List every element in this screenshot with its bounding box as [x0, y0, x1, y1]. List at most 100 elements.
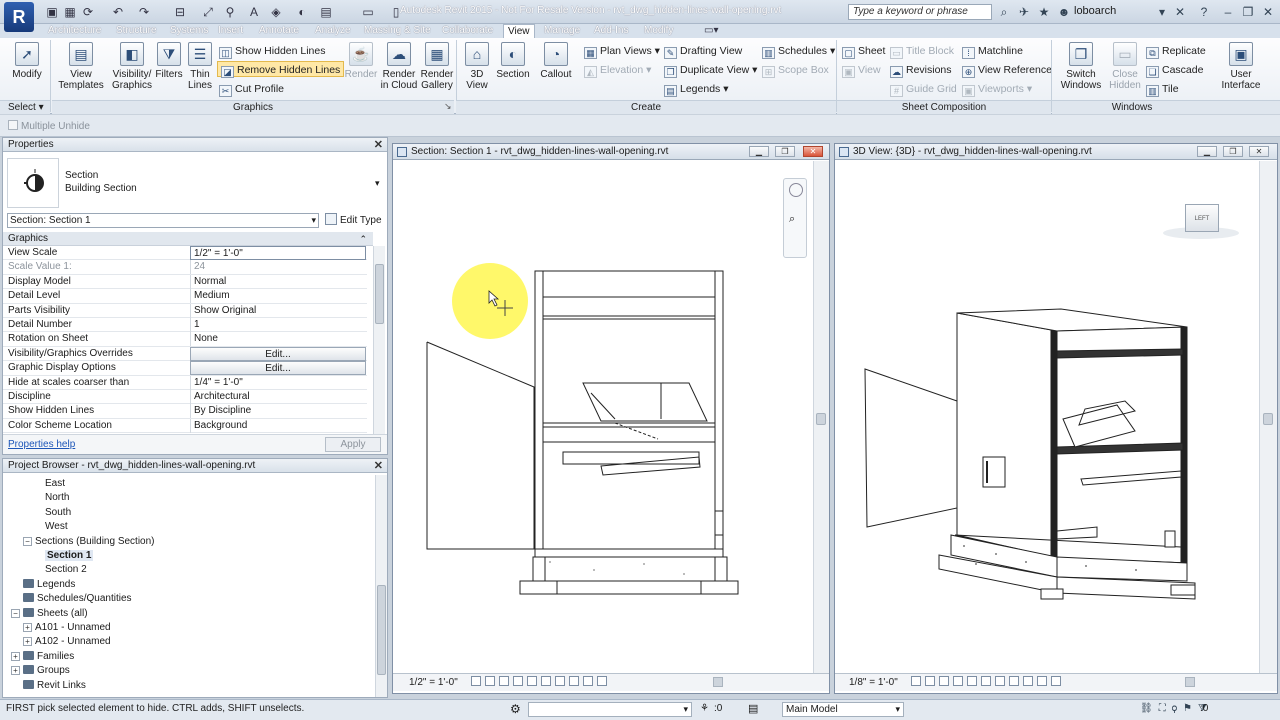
- property-row[interactable]: Rotation on Sheet None: [3, 332, 367, 347]
- graphics-group-header[interactable]: Graphics ⌃: [3, 232, 373, 246]
- collapse-icon[interactable]: −: [23, 536, 32, 546]
- close-hidden-qat-icon[interactable]: ▭: [360, 4, 376, 20]
- scrollbar-thumb[interactable]: [816, 413, 826, 425]
- visual-style-icon[interactable]: [484, 676, 495, 686]
- property-row[interactable]: Parts Visibility Show Original: [3, 303, 367, 318]
- expand-icon[interactable]: +: [11, 651, 20, 661]
- property-row[interactable]: Show Hidden Lines By Discipline: [3, 404, 367, 419]
- section-drawing-canvas[interactable]: [393, 161, 813, 673]
- property-value[interactable]: Background: [190, 418, 366, 433]
- binoculars-icon[interactable]: ⌕: [996, 4, 1012, 20]
- browser-item[interactable]: Legends: [11, 578, 75, 591]
- property-row[interactable]: Detail Level Medium: [3, 289, 367, 304]
- tab-manage[interactable]: Manage: [540, 24, 584, 38]
- browser-item[interactable]: + Families: [11, 650, 74, 663]
- section-button[interactable]: ◐ Section: [494, 42, 532, 80]
- scope-box-button[interactable]: ⊞ Scope Box: [762, 62, 829, 78]
- viewcube[interactable]: LEFT: [1185, 204, 1219, 232]
- type-selector-chevron-icon[interactable]: ▾: [375, 178, 380, 189]
- show-hidden-lines-button[interactable]: ◫ Show Hidden Lines: [219, 43, 325, 59]
- minimize-window-icon[interactable]: –: [1220, 4, 1236, 20]
- temporary-hide-icon[interactable]: [1022, 676, 1033, 686]
- open-icon[interactable]: ▣: [44, 4, 60, 20]
- cascade-button[interactable]: ❏ Cascade: [1146, 62, 1203, 78]
- property-value[interactable]: Normal: [190, 274, 366, 289]
- edit-type-button[interactable]: Edit Type: [325, 213, 382, 226]
- property-value[interactable]: 1/2" = 1'-0": [190, 246, 366, 260]
- expand-icon[interactable]: +: [23, 637, 32, 647]
- close-icon[interactable]: ✕: [1249, 146, 1269, 157]
- tab-structure[interactable]: Structure: [112, 24, 161, 38]
- browser-item[interactable]: Section 1: [45, 549, 94, 562]
- hscroll-thumb[interactable]: [1185, 677, 1195, 687]
- detail-level-icon[interactable]: [910, 676, 921, 686]
- zoom-icon[interactable]: ⌕: [789, 213, 795, 226]
- property-value[interactable]: None: [190, 332, 366, 347]
- restore-icon[interactable]: ❐: [1223, 146, 1243, 157]
- close-icon[interactable]: ✕: [374, 459, 383, 473]
- browser-item[interactable]: + Groups: [11, 664, 70, 677]
- sun-path-icon[interactable]: [498, 676, 509, 686]
- detail-level-icon[interactable]: [470, 676, 481, 686]
- scrollbar-thumb[interactable]: [1263, 413, 1273, 425]
- view-reference-button[interactable]: ⊕ View Reference: [962, 62, 1052, 78]
- browser-item[interactable]: North: [45, 491, 69, 504]
- tab-view[interactable]: View: [503, 24, 535, 38]
- editable-only-icon[interactable]: ⚘: [700, 703, 709, 714]
- cut-profile-button[interactable]: ✂ Cut Profile: [219, 81, 284, 97]
- edit-button[interactable]: Edit...: [190, 361, 366, 376]
- property-row[interactable]: Display Model Normal: [3, 274, 367, 290]
- browser-item[interactable]: + A102 - Unnamed: [23, 635, 111, 648]
- reveal-hidden-icon[interactable]: [568, 676, 579, 686]
- render-in-cloud-button[interactable]: ☁ Render in Cloud: [380, 42, 418, 91]
- property-value[interactable]: 24: [190, 260, 366, 275]
- analytical-model-icon[interactable]: [582, 676, 593, 686]
- tile-button[interactable]: ▥ Tile: [1146, 81, 1179, 97]
- collapse-icon[interactable]: −: [11, 608, 20, 618]
- instance-selector[interactable]: Section: Section 1 ▾: [7, 213, 319, 228]
- 3d-view-vscroll[interactable]: [1259, 161, 1277, 675]
- properties-help-link[interactable]: Properties help: [8, 439, 75, 450]
- 3d-drawing-canvas[interactable]: [835, 161, 1259, 673]
- visibility-graphics-button[interactable]: ◧ Visibility/ Graphics: [108, 42, 156, 91]
- crop-view-icon[interactable]: [980, 676, 991, 686]
- property-row[interactable]: Hide at scales coarser than 1/4" = 1'-0": [3, 375, 367, 390]
- matchline-button[interactable]: ⁞ Matchline: [962, 43, 1023, 59]
- section-view-window[interactable]: Section: Section 1 - rvt_dwg_hidden-line…: [392, 143, 830, 694]
- tab-systems[interactable]: Systems: [166, 24, 212, 38]
- save-icon[interactable]: ▦: [62, 4, 78, 20]
- measure-icon[interactable]: ⊟: [172, 4, 188, 20]
- text-icon[interactable]: A: [246, 4, 262, 20]
- chevron-down-icon[interactable]: ▾: [1154, 4, 1170, 20]
- property-value[interactable]: 1: [190, 318, 366, 332]
- browser-item[interactable]: West: [45, 520, 68, 533]
- search-input[interactable]: Type a keyword or phrase: [848, 4, 992, 20]
- tab-modify[interactable]: Modify: [640, 24, 677, 38]
- design-options-icon[interactable]: ▤: [748, 702, 758, 715]
- sheet-button[interactable]: ▢ Sheet: [842, 43, 885, 59]
- crop-view-icon[interactable]: [526, 676, 537, 686]
- property-value[interactable]: Medium: [190, 289, 366, 304]
- steering-wheel-icon[interactable]: [789, 183, 803, 197]
- expand-icon[interactable]: +: [11, 666, 20, 676]
- revisions-button[interactable]: ☁ Revisions: [890, 62, 952, 78]
- thin-lines-button[interactable]: ☰ Thin Lines: [186, 42, 214, 91]
- 3d-view-qat-icon[interactable]: ◈: [268, 4, 284, 20]
- elevation-button[interactable]: ◭ Elevation ▾: [584, 62, 651, 78]
- select-panel-title[interactable]: Select ▾: [0, 100, 50, 114]
- browser-item[interactable]: − Sections (Building Section): [23, 535, 155, 548]
- multiple-unhide-checkbox[interactable]: Multiple Unhide: [8, 120, 90, 132]
- browser-item[interactable]: East: [45, 477, 65, 490]
- property-row[interactable]: Detail Number 1: [3, 318, 367, 333]
- sun-path-icon[interactable]: [938, 676, 949, 686]
- property-value[interactable]: Architectural: [190, 390, 366, 404]
- browser-item[interactable]: South: [45, 506, 71, 519]
- browser-scrollbar[interactable]: [375, 475, 387, 697]
- browser-item[interactable]: + A101 - Unnamed: [23, 621, 111, 634]
- guide-grid-button[interactable]: # Guide Grid: [890, 81, 957, 97]
- shadows-icon[interactable]: [512, 676, 523, 686]
- worksets-icon[interactable]: ⚙: [510, 702, 521, 716]
- replicate-button[interactable]: ⧉ Replicate: [1146, 43, 1206, 59]
- viewports-button[interactable]: ▣ Viewports ▾: [962, 81, 1032, 97]
- duplicate-view-button[interactable]: ❐ Duplicate View ▾: [664, 62, 757, 78]
